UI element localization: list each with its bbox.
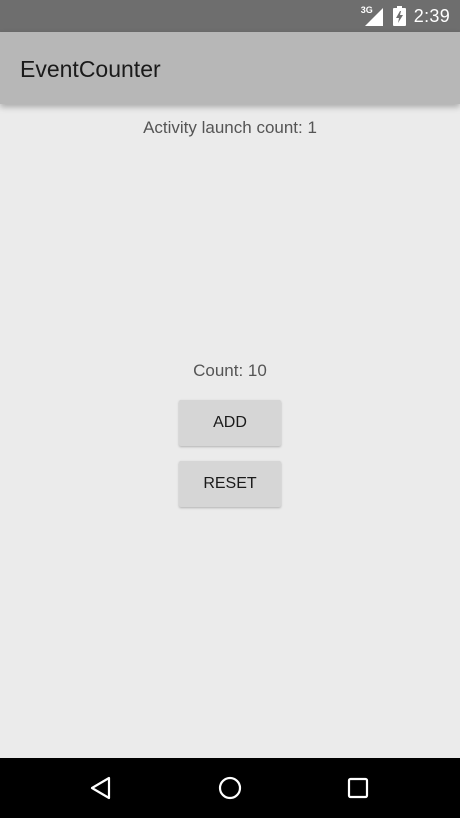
add-button[interactable]: ADD <box>179 400 281 446</box>
back-button[interactable] <box>71 758 131 818</box>
main-content: Activity launch count: 1 Count: 10 ADD R… <box>0 104 460 758</box>
clock: 2:39 <box>413 5 450 26</box>
signal-icon <box>364 8 383 26</box>
count-text: Count: 10 <box>193 361 267 380</box>
status-bar: 3G 2:39 <box>0 0 460 32</box>
app-title: EventCounter <box>20 56 161 82</box>
status-icons: 3G 2:39 <box>361 0 450 32</box>
app-bar: EventCounter <box>0 32 460 104</box>
recents-button[interactable] <box>328 758 388 818</box>
recents-icon <box>347 777 369 799</box>
reset-button[interactable]: RESET <box>179 461 281 507</box>
launch-count-text: Activity launch count: 1 <box>143 118 317 137</box>
battery-icon <box>392 6 406 26</box>
home-button[interactable] <box>200 758 260 818</box>
home-icon <box>218 776 242 800</box>
network-indicator: 3G <box>361 5 385 26</box>
back-icon <box>90 776 111 800</box>
navigation-bar <box>0 758 460 818</box>
